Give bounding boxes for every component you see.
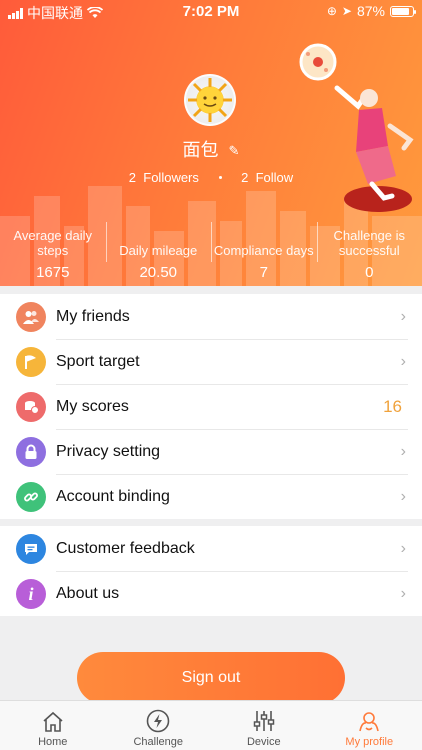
- chevron-right-icon: ›: [400, 442, 406, 460]
- tab-label: My profile: [345, 736, 394, 748]
- stat-label: Compliance days: [213, 243, 314, 258]
- separator-dot: [218, 175, 222, 179]
- chevron-right-icon: ›: [400, 487, 406, 505]
- tab-my-profile[interactable]: My profile: [317, 701, 422, 750]
- lightning-icon: [146, 709, 170, 733]
- profile-header: 中国联通 7:02 PM ⊕ ➤ 87% 面包 ✎ 2 Followers 2 …: [0, 0, 422, 286]
- username-row: 面包 ✎: [0, 136, 422, 162]
- chevron-right-icon: ›: [400, 307, 406, 325]
- stat-challenge-successful[interactable]: Challenge is successful 0: [316, 222, 422, 284]
- menu-item-label: Privacy setting: [56, 442, 161, 460]
- sliders-icon: [253, 711, 274, 731]
- info-icon: i: [16, 579, 46, 609]
- stat-value: 1675: [36, 264, 70, 281]
- menu-item-label: My scores: [56, 397, 129, 415]
- tab-label: Device: [246, 736, 281, 748]
- stat-average-daily-steps[interactable]: Average daily steps 1675: [0, 228, 106, 284]
- lock-icon: [16, 437, 46, 467]
- tab-home[interactable]: Home: [0, 701, 106, 750]
- menu-item-account-binding[interactable]: Account binding ›: [0, 474, 422, 519]
- tab-challenge[interactable]: Challenge: [106, 701, 212, 750]
- menu-list-primary: My friends › Sport target › My scores 16…: [0, 294, 422, 519]
- scores-value: 16: [383, 396, 402, 416]
- avatar[interactable]: [184, 74, 236, 126]
- stat-label: Challenge is successful: [333, 228, 406, 258]
- rotation-lock-icon: ⊕: [326, 4, 337, 18]
- battery-percent: 87%: [356, 3, 385, 19]
- followers-label: Followers: [143, 170, 199, 185]
- sign-out-button[interactable]: Sign out: [77, 652, 345, 704]
- menu-item-label: Account binding: [56, 487, 170, 505]
- follow-link[interactable]: 2 Follow: [241, 170, 293, 185]
- friends-icon: [16, 302, 46, 332]
- battery-icon: [390, 5, 416, 17]
- follow-counts: 2 Followers 2 Follow: [0, 170, 422, 185]
- basketball-player-illustration: [299, 43, 414, 212]
- tab-bar: Home Challenge Device My profile: [0, 700, 422, 750]
- stats-bar: Average daily steps 1675 Daily mileage 2…: [0, 222, 422, 284]
- location-icon: ➤: [341, 4, 352, 18]
- stat-value: 20.50: [139, 264, 178, 281]
- chevron-right-icon: ›: [400, 352, 406, 370]
- menu-item-my-friends[interactable]: My friends ›: [0, 294, 422, 339]
- username: 面包: [182, 140, 219, 160]
- tab-device[interactable]: Device: [211, 701, 317, 750]
- link-icon: [16, 482, 46, 512]
- follow-count: 2: [241, 170, 249, 185]
- stat-label: Daily mileage: [119, 243, 198, 258]
- stat-daily-mileage[interactable]: Daily mileage 20.50: [105, 222, 212, 284]
- menu-item-label: Customer feedback: [56, 539, 195, 557]
- chevron-right-icon: ›: [400, 584, 406, 602]
- chevron-right-icon: ›: [400, 539, 406, 557]
- status-bar: 中国联通 7:02 PM ⊕ ➤ 87%: [0, 0, 422, 22]
- menu-item-label: About us: [56, 584, 120, 602]
- followers-link[interactable]: 2 Followers: [129, 170, 199, 185]
- menu-item-privacy-setting[interactable]: Privacy setting ›: [0, 429, 422, 474]
- followers-count: 2: [128, 170, 137, 185]
- stat-compliance-days[interactable]: Compliance days 7: [211, 222, 317, 284]
- chat-icon: [16, 534, 46, 564]
- stat-label: Average daily steps: [13, 228, 93, 258]
- flag-icon: [16, 347, 46, 377]
- stat-value: 7: [259, 264, 268, 281]
- menu-item-customer-feedback[interactable]: Customer feedback ›: [0, 526, 422, 571]
- sun-emoji-avatar-image: [188, 78, 232, 122]
- menu-item-sport-target[interactable]: Sport target ›: [0, 339, 422, 384]
- follow-label: Follow: [255, 170, 294, 185]
- menu-item-label: Sport target: [56, 352, 140, 370]
- coins-icon: [16, 392, 46, 422]
- menu-item-about-us[interactable]: i About us ›: [0, 571, 422, 616]
- menu-item-label: My friends: [56, 307, 130, 325]
- stat-value: 0: [365, 264, 374, 281]
- edit-pencil-icon[interactable]: ✎: [229, 143, 240, 159]
- tab-label: Challenge: [133, 736, 184, 748]
- tab-label: Home: [38, 736, 68, 748]
- menu-list-secondary: Customer feedback › i About us ›: [0, 526, 422, 616]
- home-icon: [43, 711, 63, 732]
- menu-item-my-scores[interactable]: My scores 16: [0, 384, 422, 429]
- profile-icon: [359, 712, 380, 732]
